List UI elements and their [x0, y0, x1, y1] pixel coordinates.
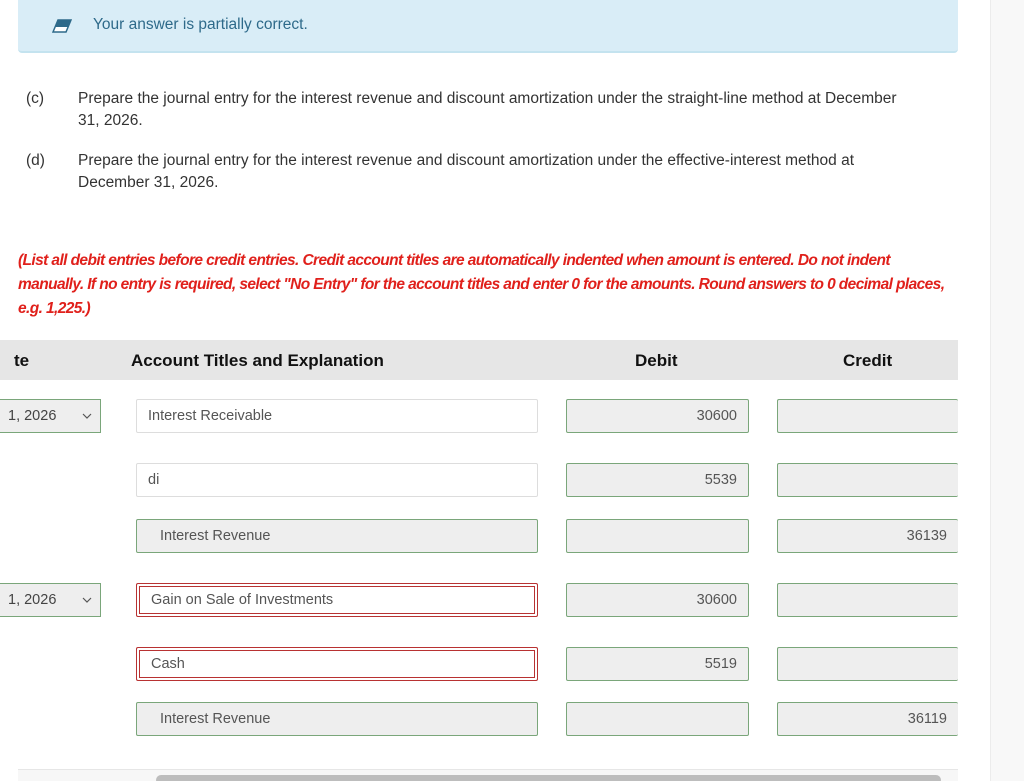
chevron-down-icon	[82, 597, 92, 603]
debit-input[interactable]	[566, 519, 749, 553]
right-sidebar	[990, 0, 1024, 781]
account-input[interactable]: Interest Revenue	[136, 519, 538, 553]
instructions: (List all debit entries before credit en…	[18, 252, 945, 317]
chevron-down-icon	[82, 413, 92, 419]
credit-input[interactable]	[777, 399, 958, 433]
account-input[interactable]: Interest Receivable	[136, 399, 538, 433]
credit-input[interactable]	[777, 463, 958, 497]
credit-input[interactable]	[777, 647, 958, 681]
date-value: 1, 2026	[8, 408, 57, 424]
feedback-banner: Your answer is partially correct.	[18, 0, 958, 53]
account-input[interactable]: Gain on Sale of Investments	[136, 583, 538, 617]
header-date: te	[14, 351, 30, 370]
account-input[interactable]: di	[136, 463, 538, 497]
horizontal-scrollbar[interactable]	[156, 775, 941, 781]
question-tag: (c)	[26, 90, 45, 107]
debit-input[interactable]: 5539	[566, 463, 749, 497]
date-select[interactable]: 1, 2026	[0, 399, 101, 433]
date-value: 1, 2026	[8, 592, 57, 608]
account-input[interactable]: Cash	[136, 647, 538, 681]
date-select[interactable]: 1, 2026	[0, 583, 101, 617]
debit-input[interactable]: 5519	[566, 647, 749, 681]
question-text: Prepare the journal entry for the intere…	[78, 152, 855, 191]
account-input[interactable]: Interest Revenue	[136, 702, 538, 736]
header-account: Account Titles and Explanation	[131, 351, 384, 370]
header-credit: Credit	[843, 351, 893, 370]
credit-input[interactable]: 36139	[777, 519, 958, 553]
credit-input[interactable]	[777, 583, 958, 617]
eraser-icon	[52, 19, 72, 33]
question-tag: (d)	[26, 152, 45, 169]
question-text: Prepare the journal entry for the intere…	[78, 90, 897, 129]
debit-input[interactable]: 30600	[566, 399, 749, 433]
journal-table-header: te Account Titles and Explanation Debit …	[0, 340, 958, 380]
debit-input[interactable]: 30600	[566, 583, 749, 617]
header-debit: Debit	[635, 351, 678, 370]
debit-input[interactable]	[566, 702, 749, 736]
feedback-message: Your answer is partially correct.	[93, 16, 308, 33]
credit-input[interactable]: 36119	[777, 702, 958, 736]
